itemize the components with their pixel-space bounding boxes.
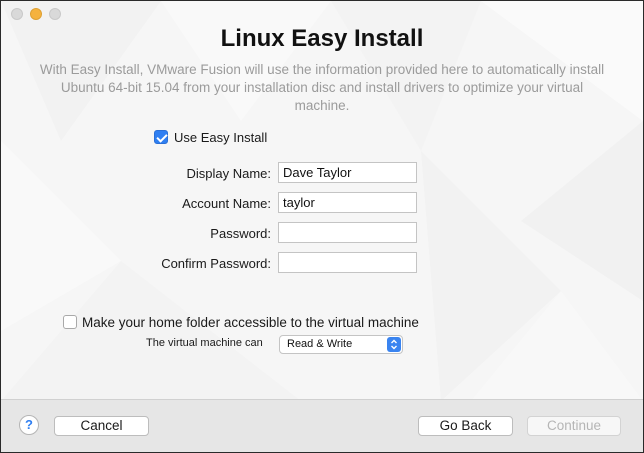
window-controls <box>11 8 61 20</box>
home-folder-checkbox[interactable] <box>63 315 77 329</box>
use-easy-install-label[interactable]: Use Easy Install <box>174 130 267 145</box>
home-folder-label[interactable]: Make your home folder accessible to the … <box>82 315 419 330</box>
confirm-password-label: Confirm Password: <box>161 256 271 271</box>
close-window-button[interactable] <box>11 8 23 20</box>
display-name-field[interactable] <box>278 162 417 183</box>
select-stepper-icon <box>387 337 401 352</box>
help-button[interactable]: ? <box>19 415 39 435</box>
display-name-label: Display Name: <box>186 166 271 181</box>
password-field[interactable] <box>278 222 417 243</box>
cancel-button[interactable]: Cancel <box>54 416 149 436</box>
password-label: Password: <box>210 226 271 241</box>
dialog-description: With Easy Install, VMware Fusion will us… <box>31 61 613 115</box>
vm-access-value: Read & Write <box>287 338 353 350</box>
go-back-button[interactable]: Go Back <box>418 416 513 436</box>
vm-access-label: The virtual machine can <box>146 337 263 349</box>
description-line: With Easy Install, VMware Fusion will us… <box>39 62 605 77</box>
account-name-field[interactable] <box>278 192 417 213</box>
minimize-window-button[interactable] <box>30 8 42 20</box>
use-easy-install-checkbox[interactable] <box>154 130 168 144</box>
description-line: machine. <box>294 98 350 113</box>
continue-button[interactable]: Continue <box>527 416 621 436</box>
description-line: Ubuntu 64-bit 15.04 from your installati… <box>60 80 584 95</box>
account-name-label: Account Name: <box>182 196 271 211</box>
dialog-title: Linux Easy Install <box>220 25 424 52</box>
confirm-password-field[interactable] <box>278 252 417 273</box>
linux-easy-install-window: Linux Easy Install With Easy Install, VM… <box>0 0 644 453</box>
vm-access-select[interactable]: Read & Write <box>279 335 403 354</box>
zoom-window-button[interactable] <box>49 8 61 20</box>
